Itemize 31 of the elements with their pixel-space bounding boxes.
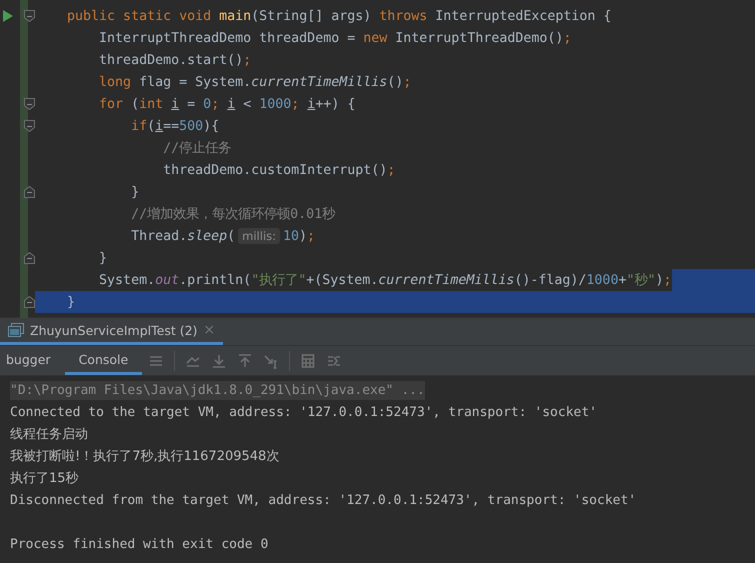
fold-marker-icon[interactable] (24, 120, 35, 132)
code-line: threadDemo.start(); (98, 52, 252, 68)
code-line: public static void main(String[] args) throws InterruptedException { (66, 8, 612, 24)
code-line: Thread.sleep( millis: 10); (130, 228, 316, 244)
console-line: Process finished with exit code 0 (10, 536, 268, 554)
fold-marker-icon[interactable] (24, 296, 35, 308)
panel-tab[interactable]: Console (64, 346, 142, 375)
code-line: //停止任务 (162, 140, 232, 157)
code-line: long flag = System.currentTimeMillis(); (98, 74, 412, 90)
panel-tab[interactable]: bugger (0, 346, 65, 375)
code-line: } (98, 250, 108, 266)
fold-marker-icon[interactable] (24, 186, 35, 198)
code-line: } (130, 184, 140, 200)
fold-marker-icon[interactable] (24, 252, 35, 264)
fold-marker-icon[interactable] (24, 10, 35, 22)
fold-marker-icon[interactable] (24, 98, 35, 110)
code-line: //增加效果，每次循环停顿0.01秒 (130, 206, 336, 223)
code-line: threadDemo.customInterrupt(); (162, 162, 396, 178)
code-line: for (int i = 0; i < 1000; i++) { (98, 96, 356, 112)
console-line: Disconnected from the target VM, address: '127.0.0.1:52473', transport: 'socket' (10, 492, 636, 510)
console-line: 线程任务启动 (10, 426, 88, 444)
console-line: Connected to the target VM, address: '127.0.0.1:52473', transport: 'socket' (10, 404, 597, 422)
parameter-hint: millis: (238, 228, 280, 244)
code-line: if(i==500){ (130, 118, 220, 134)
code-line: } (66, 294, 76, 310)
code-line: InterruptThreadDemo threadDemo = new InterruptThreadDemo(); (98, 30, 572, 46)
window-icon (8, 323, 24, 337)
console-line: 执行了15秒 (10, 470, 79, 488)
console-line: 我被打断啦!！执行了7秒,执行1167209548次 (10, 448, 280, 466)
run-icon[interactable] (3, 10, 13, 22)
console-command: "D:\Program Files\Java\jdk1.8.0_291\bin\java.exe" ... (10, 380, 425, 400)
